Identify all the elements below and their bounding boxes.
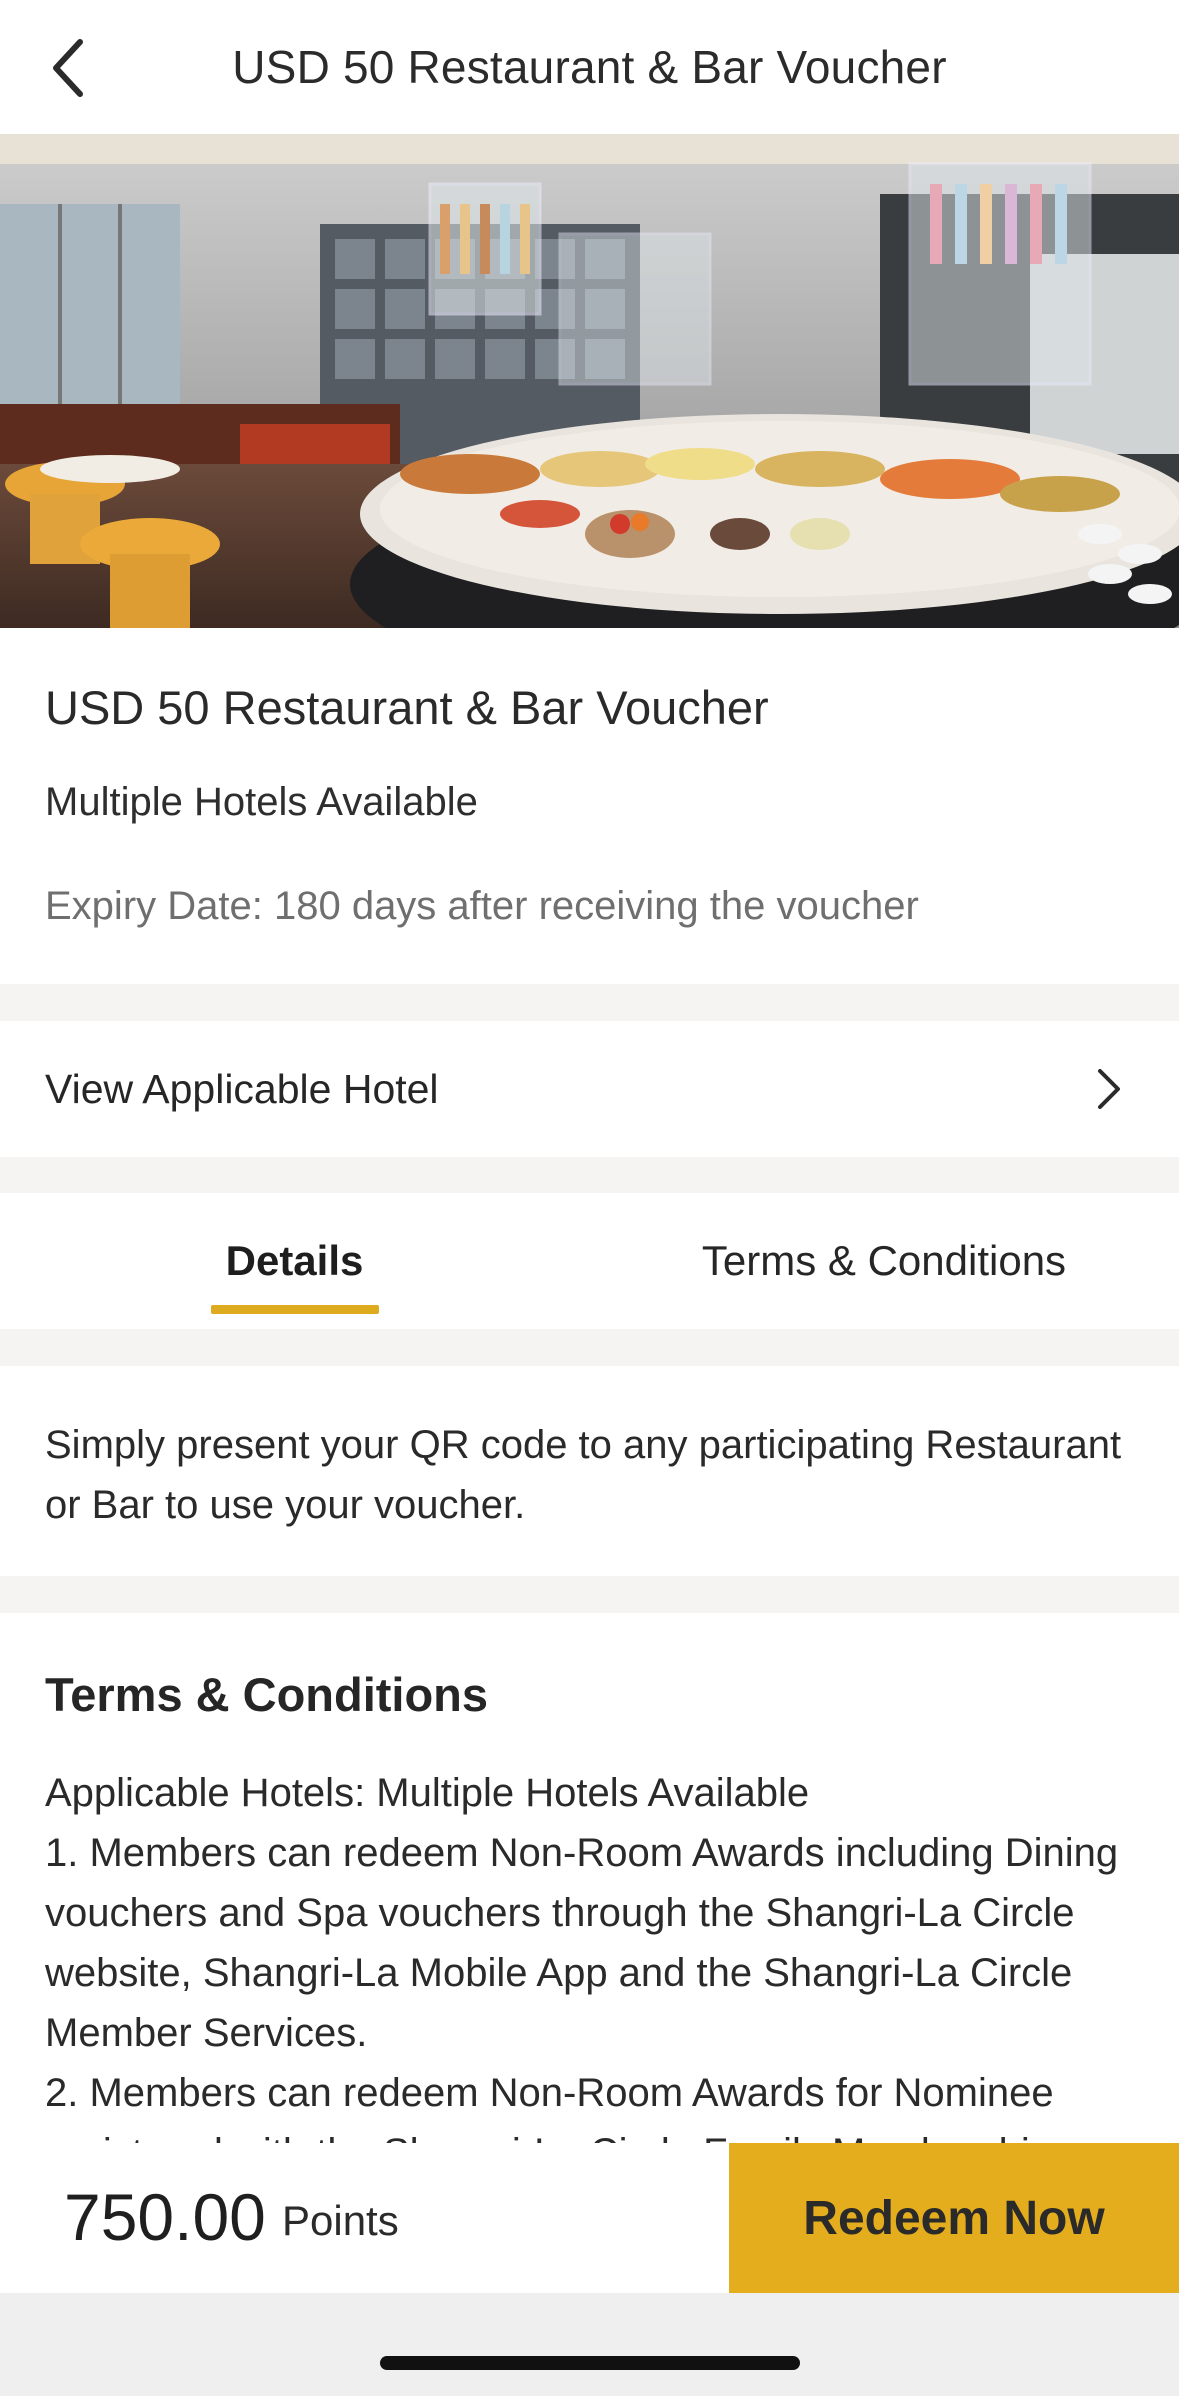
top-bar: USD 50 Restaurant & Bar Voucher: [0, 0, 1179, 134]
view-applicable-hotel-label: View Applicable Hotel: [45, 1065, 439, 1112]
terms-line: 1. Members can redeem Non-Room Awards in…: [45, 1831, 1119, 2055]
chevron-left-icon: [53, 39, 83, 97]
voucher-expiry: Expiry Date: 180 days after receiving th…: [45, 884, 919, 928]
page-title: USD 50 Restaurant & Bar Voucher: [232, 41, 947, 93]
points-value: 750.00: [64, 2180, 266, 2254]
voucher-info-card: USD 50 Restaurant & Bar Voucher Multiple…: [0, 628, 1179, 984]
tab-bar: Details Terms & Conditions: [0, 1193, 1179, 1329]
terms-body: Applicable Hotels: Multiple Hotels Avail…: [45, 1763, 1145, 2143]
home-indicator-area: [0, 2293, 1179, 2396]
details-text: Simply present your QR code to any parti…: [45, 1423, 1122, 1527]
home-indicator[interactable]: [380, 2356, 800, 2370]
buffet-restaurant-photo: [0, 134, 1179, 628]
redeem-bar: 750.00 Points Redeem Now: [0, 2143, 1179, 2293]
back-button[interactable]: [28, 28, 108, 108]
terms-line: Applicable Hotels: Multiple Hotels Avail…: [45, 1771, 810, 1815]
details-card: Simply present your QR code to any parti…: [0, 1366, 1179, 1576]
voucher-availability: Multiple Hotels Available: [45, 780, 478, 824]
view-applicable-hotel-row[interactable]: View Applicable Hotel: [0, 1021, 1179, 1157]
hero-image: [0, 134, 1179, 628]
points-label: Points: [282, 2197, 399, 2244]
terms-heading: Terms & Conditions: [45, 1668, 489, 1721]
chevron-right-icon: [1079, 1059, 1139, 1119]
voucher-title: USD 50 Restaurant & Bar Voucher: [45, 681, 769, 734]
terms-card: Terms & Conditions Applicable Hotels: Mu…: [0, 1613, 1179, 2143]
tab-terms-conditions[interactable]: Terms & Conditions: [589, 1193, 1179, 1329]
terms-line: 2. Members can redeem Non-Room Awards fo…: [45, 2071, 1054, 2143]
redeem-now-button[interactable]: Redeem Now: [729, 2143, 1179, 2293]
active-tab-indicator: [211, 1305, 379, 1314]
